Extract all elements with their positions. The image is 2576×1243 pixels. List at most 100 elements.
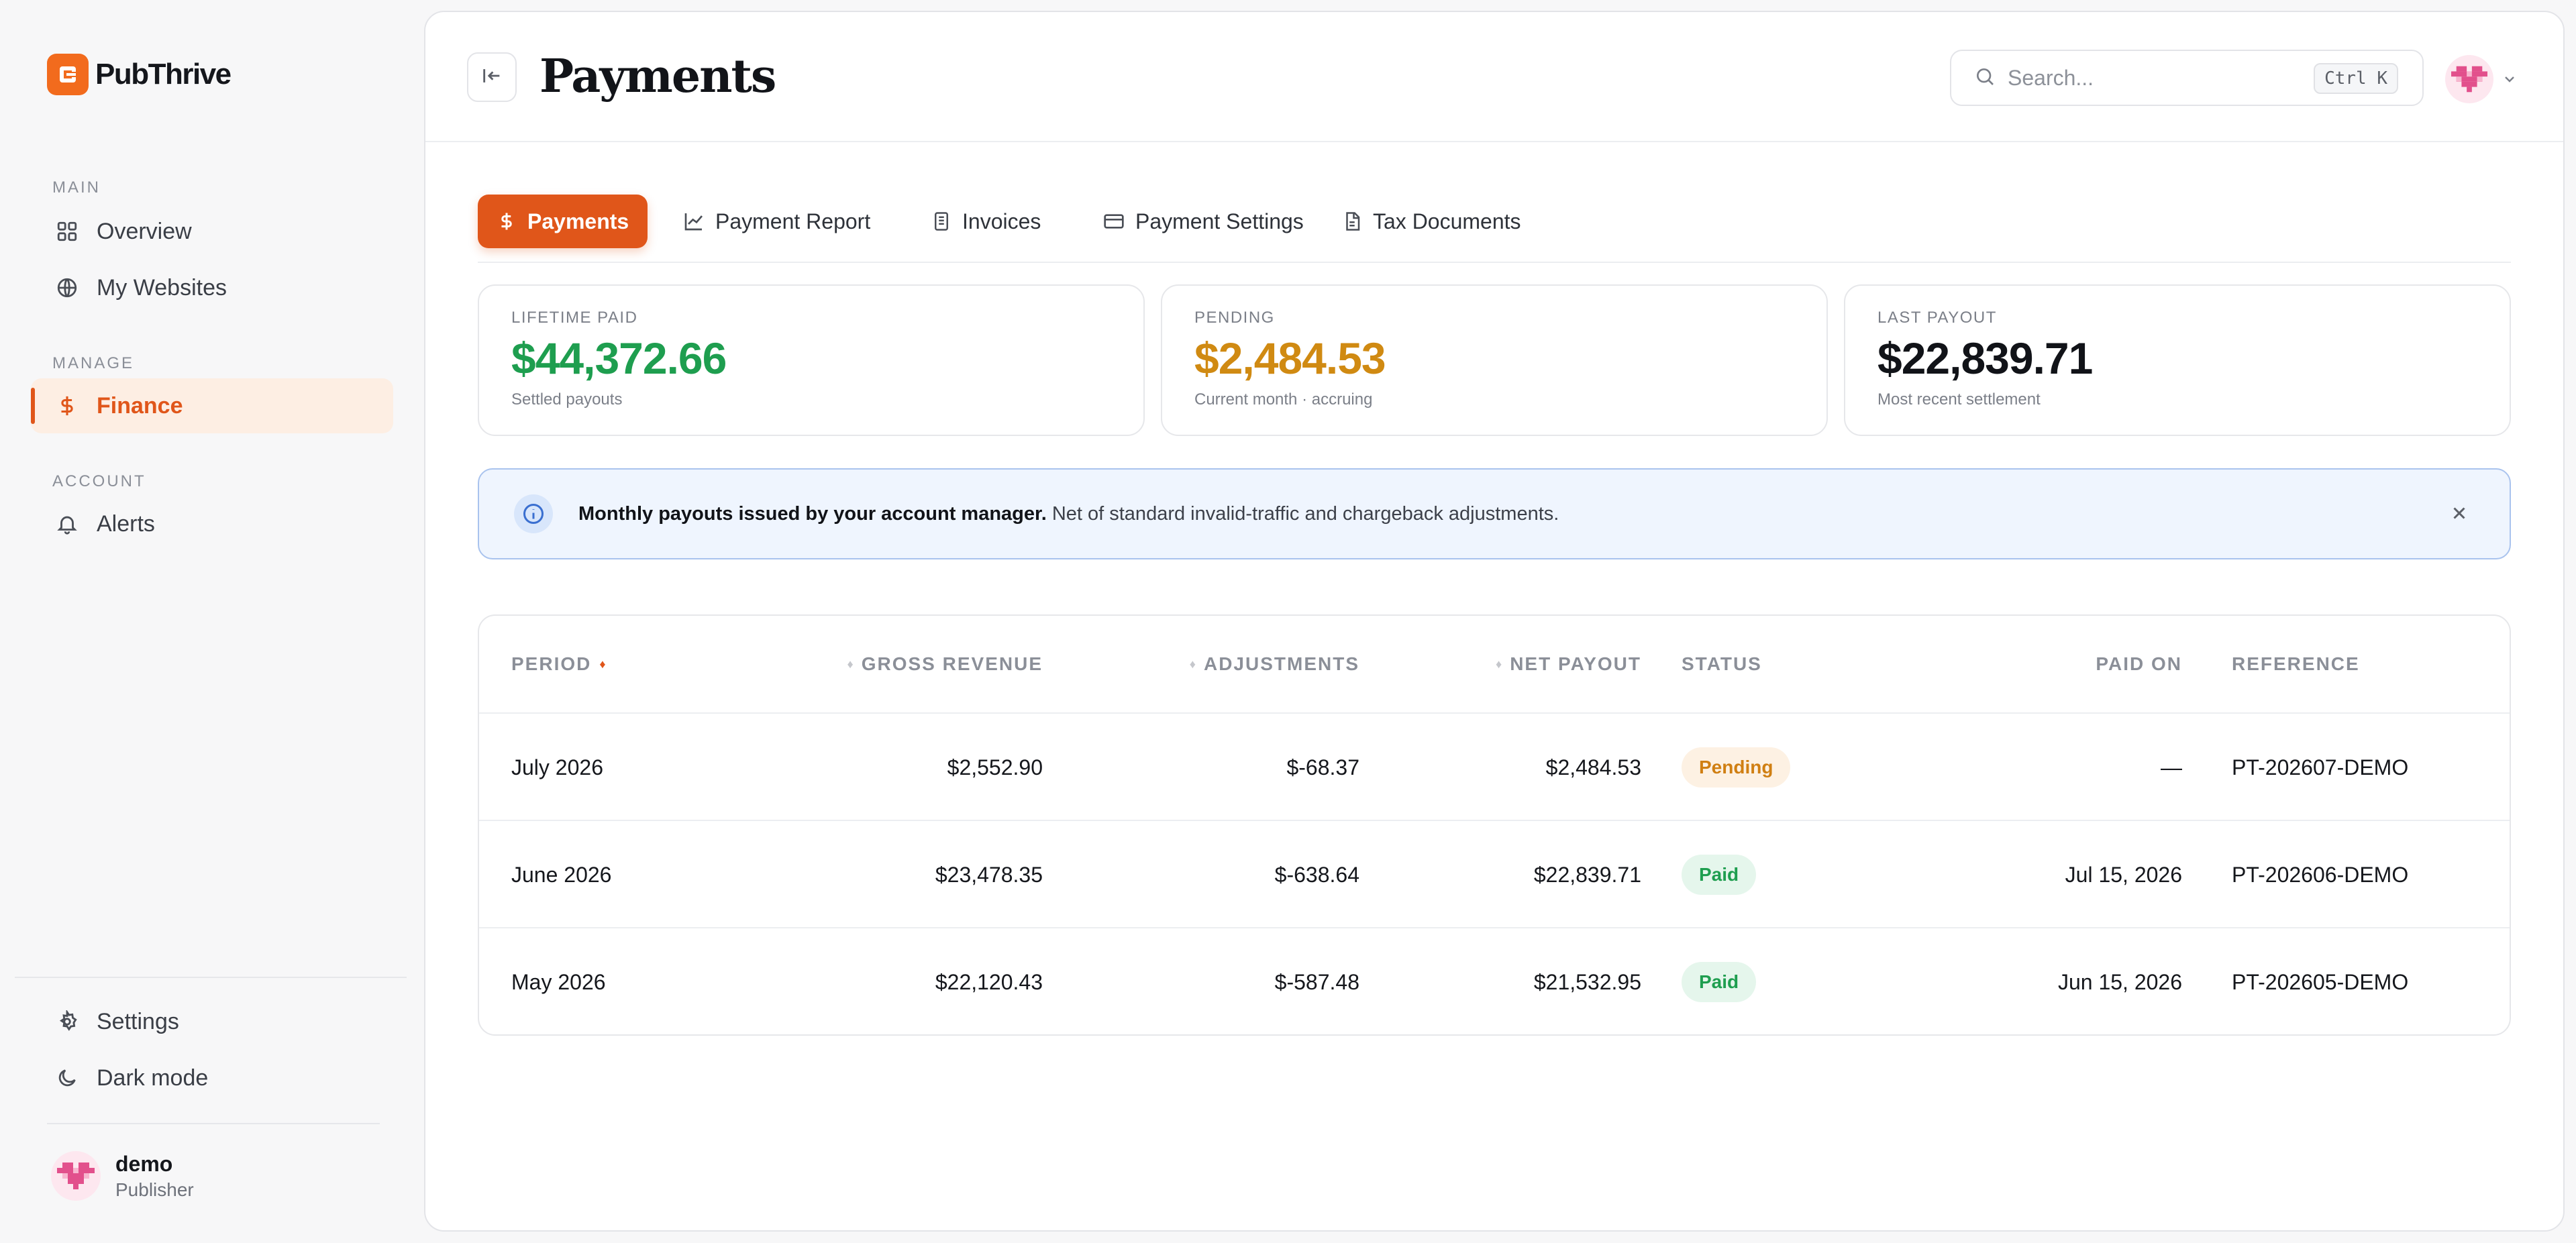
search-box[interactable]: Ctrl K [1950,50,2424,106]
chevron-down-icon[interactable] [2502,71,2518,91]
grid-icon [54,218,81,245]
column-header-status: STATUS [1682,653,1762,674]
sidebar-item-label: Dark mode [97,1065,209,1091]
tab-label: Payments [527,209,629,233]
tab-invoices[interactable]: Invoices [913,195,1060,248]
table-row[interactable]: June 2026 $23,478.35 $-638.64 $22,839.71… [479,821,2510,928]
cell-reference: PT-202606-DEMO [2232,862,2409,887]
sidebar-item-label: Settings [97,1008,179,1034]
top-bar: Payments Ctrl K [425,12,2563,142]
dark-mode-toggle[interactable]: Dark mode [31,1050,393,1105]
cell-adjustments: $-68.37 [1286,755,1359,779]
cell-net-payout: $22,839.71 [1533,862,1641,887]
table-row[interactable]: May 2026 $22,120.43 $-587.48 $21,532.95 … [479,928,2510,1034]
sidebar-divider [47,1123,380,1124]
cell-net-payout: $21,532.95 [1533,969,1641,994]
tab-payment-settings[interactable]: Payment Settings [1084,195,1323,248]
cell-adjustments: $-587.48 [1274,969,1359,994]
cell-gross-revenue: $23,478.35 [935,862,1043,887]
column-header-period[interactable]: PERIOD ♦ [511,653,607,675]
sidebar-item-label: Alerts [97,510,155,537]
column-header-adjustments[interactable]: ♦ ADJUSTMENTS [1083,653,1359,675]
status-badge: Paid [1682,962,1757,1002]
sidebar-item-settings[interactable]: Settings [31,994,393,1049]
cell-reference: PT-202607-DEMO [2232,755,2409,779]
column-header-net-payout[interactable]: ♦ NET PAYOUT [1400,653,1641,675]
section-label-manage: MANAGE [52,354,135,372]
stat-card-last-payout: LAST PAYOUT $22,839.71 Most recent settl… [1844,284,2511,436]
stat-label: LAST PAYOUT [1877,309,1997,327]
sidebar-item-label: My Websites [97,274,227,301]
info-icon [514,494,553,533]
stat-value: $2,484.53 [1194,333,1386,383]
banner-text: Net of standard invalid-traffic and char… [1046,502,1559,525]
sidebar-item-label: Finance [97,392,183,419]
stat-value: $44,372.66 [511,333,727,383]
dollar-icon [497,211,517,231]
section-label-account: ACCOUNT [52,472,146,490]
stat-label: PENDING [1194,309,1275,327]
tab-tax-documents[interactable]: Tax Documents [1323,195,1540,248]
column-header-gross-revenue[interactable]: ♦ GROSS REVENUE [768,653,1043,675]
stat-subtext: Most recent settlement [1877,390,2041,409]
account-avatar[interactable] [2445,55,2493,103]
collapse-sidebar-button[interactable] [467,52,517,102]
sidebar-divider [15,977,407,978]
user-profile[interactable]: demo Publisher [51,1151,194,1201]
tab-payment-report[interactable]: Payment Report [664,195,889,248]
sidebar-item-overview[interactable]: Overview [31,204,393,259]
tab-label: Payment Settings [1135,209,1304,233]
user-role: Publisher [115,1179,194,1200]
tab-label: Tax Documents [1373,209,1521,233]
globe-icon [54,274,81,301]
cell-paid-on: — [2161,755,2182,779]
sidebar-item-alerts[interactable]: Alerts [31,496,393,551]
sort-icon: ♦ [1496,657,1504,671]
cell-reference: PT-202605-DEMO [2232,969,2409,994]
page-title: Payments [539,50,776,103]
file-icon [1342,211,1362,231]
cell-net-payout: $2,484.53 [1545,755,1641,779]
sort-icon: ♦ [1189,657,1197,671]
cell-adjustments: $-638.64 [1274,862,1359,887]
stat-card-lifetime-paid: LIFETIME PAID $44,372.66 Settled payouts [478,284,1145,436]
info-banner: Monthly payouts issued by your account m… [478,468,2511,559]
sidebar-item-finance[interactable]: Finance [31,378,393,433]
tab-label: Payment Report [715,209,871,233]
stat-value: $22,839.71 [1877,333,2093,383]
section-label-main: MAIN [52,178,101,197]
stat-label: LIFETIME PAID [511,309,638,327]
search-input[interactable] [2008,65,2289,91]
banner-message: Monthly payouts issued by your account m… [578,503,1559,525]
brand[interactable]: PubThrive [47,54,231,95]
cell-paid-on: Jun 15, 2026 [2057,969,2182,994]
chart-icon [683,211,705,232]
cell-paid-on: Jul 15, 2026 [2065,862,2182,887]
cell-gross-revenue: $2,552.90 [947,755,1043,779]
tab-label: Invoices [962,209,1041,233]
sort-active-icon: ♦ [599,657,607,671]
bell-icon [54,510,81,537]
column-header-paid-on: PAID ON [2096,653,2182,674]
tab-payments[interactable]: Payments [478,195,648,248]
cell-period: June 2026 [511,862,612,887]
search-shortcut: Ctrl K [2314,63,2398,94]
dollar-icon [54,392,81,419]
status-badge: Pending [1682,747,1791,788]
stat-subtext: Current month · accruing [1194,390,1373,409]
stat-subtext: Settled payouts [511,390,623,409]
brand-logo-icon [47,54,89,95]
sidebar-item-label: Overview [97,218,192,244]
main-panel: Payments Ctrl K Payments Payment Re [424,11,2565,1232]
close-icon[interactable] [2449,503,2469,527]
collapse-icon [480,64,503,91]
sidebar-item-my-websites[interactable]: My Websites [31,260,393,315]
sidebar: PubThrive MAIN Overview My Websites MANA… [0,0,424,1243]
brand-name: PubThrive [95,58,231,91]
table-row[interactable]: July 2026 $2,552.90 $-68.37 $2,484.53 Pe… [479,714,2510,821]
cell-period: May 2026 [511,969,606,994]
stat-card-pending: PENDING $2,484.53 Current month · accrui… [1161,284,1828,436]
document-icon [931,211,951,231]
card-icon [1103,211,1125,232]
gear-icon [54,1008,81,1035]
